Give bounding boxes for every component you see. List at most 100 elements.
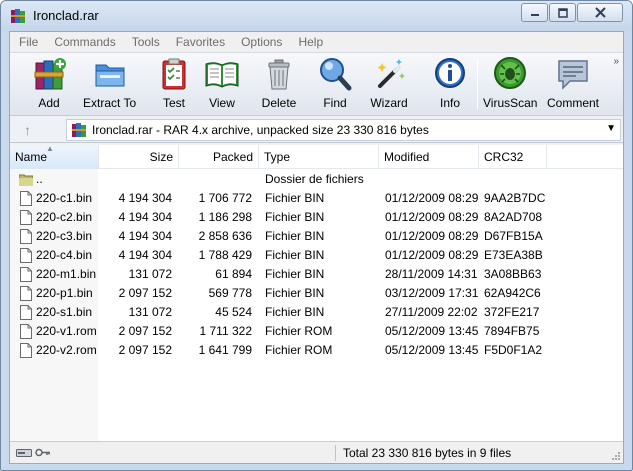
file-size: 131 072 bbox=[128, 267, 172, 281]
column-size-label: Size bbox=[149, 150, 173, 164]
extract-to-label: Extract To bbox=[83, 96, 137, 110]
column-header-modified[interactable]: Modified bbox=[379, 145, 479, 169]
add-archive-icon bbox=[34, 58, 66, 90]
parent-folder-name: .. bbox=[36, 172, 43, 186]
address-text: Ironclad.rar - RAR 4.x archive, unpacked… bbox=[92, 123, 429, 137]
table-row[interactable]: 220-p1.bin 2 097 152 569 778 Fichier BIN… bbox=[10, 284, 623, 303]
file-type: Fichier BIN bbox=[265, 229, 325, 243]
virusscan-button[interactable]: VirusScan bbox=[483, 55, 537, 115]
file-crc: 7894FB75 bbox=[484, 324, 540, 338]
table-row[interactable]: 220-c3.bin 4 194 304 2 858 636 Fichier B… bbox=[10, 227, 623, 246]
delete-button[interactable]: Delete bbox=[260, 55, 298, 115]
extract-folder-icon bbox=[95, 64, 125, 87]
file-packed: 2 858 636 bbox=[198, 229, 252, 243]
menu-options[interactable]: Options bbox=[241, 35, 282, 49]
table-row[interactable]: 220-v1.rom 2 097 152 1 711 322 Fichier R… bbox=[10, 322, 623, 341]
file-modified: 01/12/2009 08:29 bbox=[385, 229, 479, 243]
table-row[interactable]: 220-s1.bin 131 072 45 524 Fichier BIN 27… bbox=[10, 303, 623, 322]
file-icon bbox=[20, 210, 32, 225]
virus-scan-icon bbox=[494, 57, 527, 89]
archive-icon bbox=[72, 123, 86, 137]
file-name: 220-v1.rom bbox=[36, 324, 97, 338]
winrar-window: Ironclad.rar File Commands Tools Favorit… bbox=[0, 0, 633, 471]
menu-favorites[interactable]: Favorites bbox=[176, 35, 225, 49]
up-arrow-icon[interactable]: ↑ bbox=[24, 122, 31, 138]
close-button[interactable] bbox=[577, 3, 623, 22]
column-header-name[interactable]: ▲ Name bbox=[10, 144, 99, 169]
file-crc: 9AA2B7DC bbox=[484, 191, 546, 205]
file-name: 220-c1.bin bbox=[36, 191, 93, 205]
file-list: ▲ Name Size Packed Type Modified CRC32 .… bbox=[10, 144, 623, 441]
file-modified: 01/12/2009 08:29 bbox=[385, 248, 479, 262]
comment-label: Comment bbox=[547, 96, 600, 110]
status-bar: Total 23 330 816 bytes in 9 files bbox=[10, 441, 623, 463]
maximize-button[interactable] bbox=[549, 3, 576, 22]
magic-wand-icon bbox=[377, 59, 405, 88]
drive-icon[interactable] bbox=[16, 447, 32, 458]
status-icons bbox=[16, 447, 51, 458]
extract-to-button[interactable]: Extract To bbox=[83, 55, 136, 115]
menu-file[interactable]: File bbox=[19, 35, 38, 49]
column-header-crc32[interactable]: CRC32 bbox=[479, 145, 547, 169]
add-button[interactable]: Add bbox=[30, 55, 68, 115]
address-box[interactable]: Ironclad.rar - RAR 4.x archive, unpacked… bbox=[66, 119, 621, 141]
table-row[interactable]: 220-c2.bin 4 194 304 1 186 298 Fichier B… bbox=[10, 208, 623, 227]
menu-tools[interactable]: Tools bbox=[132, 35, 160, 49]
table-row[interactable]: 220-c4.bin 4 194 304 1 788 429 Fichier B… bbox=[10, 246, 623, 265]
file-type: Fichier BIN bbox=[265, 248, 325, 262]
file-packed: 1 788 429 bbox=[198, 248, 252, 262]
menu-help[interactable]: Help bbox=[298, 35, 323, 49]
file-crc: F5D0F1A2 bbox=[484, 343, 543, 357]
file-icon bbox=[20, 343, 32, 358]
file-modified: 03/12/2009 17:31 bbox=[385, 286, 479, 300]
find-button[interactable]: Find bbox=[316, 55, 354, 115]
file-modified: 27/11/2009 22:02 bbox=[385, 305, 478, 319]
file-size: 4 194 304 bbox=[118, 210, 172, 224]
key-icon[interactable] bbox=[35, 447, 51, 458]
file-rows: .. Dossier de fichiers 220-c1.bin 4 194 … bbox=[10, 170, 623, 360]
column-type-label: Type bbox=[264, 150, 291, 164]
toolbar-overflow-chevron-icon[interactable]: » bbox=[613, 56, 619, 67]
column-header-size[interactable]: Size bbox=[99, 145, 179, 169]
file-icon bbox=[20, 229, 32, 244]
info-label: Info bbox=[439, 96, 460, 110]
file-type: Fichier BIN bbox=[265, 191, 325, 205]
find-label: Find bbox=[323, 96, 347, 110]
file-name: 220-v2.rom bbox=[36, 343, 97, 357]
column-packed-label: Packed bbox=[212, 150, 253, 164]
file-type: Fichier BIN bbox=[265, 305, 325, 319]
window-title: Ironclad.rar bbox=[33, 8, 99, 23]
file-icon bbox=[20, 248, 32, 263]
wizard-button[interactable]: Wizard bbox=[370, 55, 408, 115]
wizard-label: Wizard bbox=[370, 96, 408, 110]
info-button[interactable]: Info bbox=[431, 55, 469, 115]
file-packed: 1 641 799 bbox=[198, 343, 252, 357]
file-type: Fichier ROM bbox=[265, 324, 333, 338]
file-type: Fichier ROM bbox=[265, 343, 333, 357]
table-row[interactable]: 220-v2.rom 2 097 152 1 641 799 Fichier R… bbox=[10, 341, 623, 360]
file-size: 2 097 152 bbox=[118, 343, 172, 357]
column-header-type[interactable]: Type bbox=[259, 145, 379, 169]
status-divider bbox=[335, 445, 336, 461]
view-button[interactable]: View bbox=[203, 55, 241, 115]
comment-button[interactable]: Comment bbox=[547, 55, 599, 115]
table-row[interactable]: 220-m1.bin 131 072 61 894 Fichier BIN 28… bbox=[10, 265, 623, 284]
file-crc: 372FE217 bbox=[484, 305, 540, 319]
minimize-button[interactable] bbox=[521, 3, 548, 22]
file-crc: E73EA38B bbox=[484, 248, 543, 262]
table-row[interactable]: 220-c1.bin 4 194 304 1 706 772 Fichier B… bbox=[10, 189, 623, 208]
test-button[interactable]: Test bbox=[155, 55, 193, 115]
toolbar: Add Extract To Test View Delete Find Wiz… bbox=[10, 52, 623, 116]
dropdown-arrow-icon[interactable]: ▼ bbox=[606, 123, 616, 134]
file-packed: 1 186 298 bbox=[198, 210, 252, 224]
file-packed: 569 778 bbox=[208, 286, 252, 300]
file-type: Fichier BIN bbox=[265, 286, 325, 300]
title-bar[interactable]: Ironclad.rar bbox=[1, 1, 632, 31]
file-size: 4 194 304 bbox=[118, 229, 172, 243]
file-crc: 8A2AD708 bbox=[484, 210, 543, 224]
resize-grip-icon[interactable] bbox=[611, 451, 621, 461]
menu-commands[interactable]: Commands bbox=[54, 35, 115, 49]
file-size: 4 194 304 bbox=[118, 248, 172, 262]
parent-folder-row[interactable]: .. Dossier de fichiers bbox=[10, 170, 623, 189]
column-header-packed[interactable]: Packed bbox=[179, 145, 259, 169]
